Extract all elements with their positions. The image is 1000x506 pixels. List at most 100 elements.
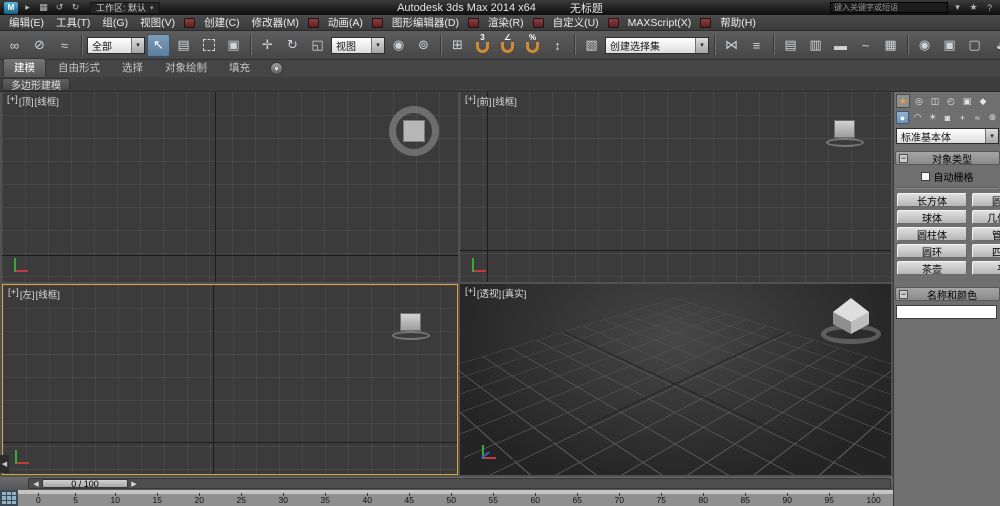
infocenter-search-input[interactable] [830,2,948,13]
name-color-rollout-header[interactable]: − 名称和颜色 [895,287,1000,302]
ribbon-tab-modeling[interactable]: 建模 [3,58,46,77]
ribbon-tab-object-paint[interactable]: 对象绘制 [155,59,217,77]
redo-icon[interactable]: ↻ [69,2,82,13]
viewport-shading-menu[interactable]: [真实] [502,286,526,300]
ribbon-tab-freeform[interactable]: 自由形式 [48,59,110,77]
mini-curve-editor-button[interactable] [0,490,18,506]
viewport-tab-arrow-button[interactable]: ◀ [0,455,9,473]
viewport-pov-menu[interactable]: [透视] [477,286,501,300]
ribbon-tab-populate[interactable]: 填充 [219,59,260,77]
menu-group[interactable]: 组(G) [96,15,134,30]
primitive-button-pyramid[interactable]: 四棱锥 [972,244,1000,258]
menu-rendering[interactable]: 渲染(R) [482,15,530,30]
tab-hierarchy[interactable]: ◫ [928,94,942,108]
category-systems[interactable]: ⊛ [986,111,999,124]
select-by-name-button[interactable]: ▤ [172,34,195,57]
viewport-top[interactable]: [+] [顶] [线框] [2,92,458,282]
schematic-view-button[interactable]: ▦ [879,34,902,57]
save-file-icon[interactable]: ▦ [37,2,50,13]
ribbon-minimize-toggle[interactable]: ▾ [270,62,283,75]
viewport-shading-menu[interactable]: [线框] [36,287,60,301]
viewcube-face[interactable] [834,120,855,138]
percent-snap-button[interactable]: % [521,33,544,57]
viewcube-face[interactable] [400,313,421,331]
select-and-link-button[interactable]: ∞ [3,34,26,57]
menu-maxscript[interactable]: MAXScript(X) [622,15,698,30]
viewcube[interactable] [825,118,865,152]
open-file-icon[interactable]: ▸ [21,2,34,13]
category-lights[interactable]: ☀ [926,111,939,124]
primitive-button-plane[interactable]: 平面 [972,261,1000,275]
application-menu-icon[interactable]: M [4,1,18,14]
viewport-shading-menu[interactable]: [线框] [493,94,517,108]
category-shapes[interactable]: ◠ [911,111,924,124]
object-name-field[interactable] [896,305,997,319]
ribbon-tab-selection[interactable]: 选择 [112,59,153,77]
favorites-star-icon[interactable]: ★ [967,2,980,13]
align-button[interactable]: ≡ [745,34,768,57]
frame-ruler[interactable]: 0 5 10 15 20 25 30 35 40 45 50 55 60 65 … [18,490,893,506]
polygon-modeling-panel-button[interactable]: 多边形建模 [2,77,70,92]
graphite-ribbon-toggle-button[interactable]: ▬ [829,34,852,57]
rendered-frame-window-button[interactable]: ▢ [963,34,986,57]
viewport-general-menu[interactable]: [+] [7,94,18,108]
viewport-shading-menu[interactable]: [线框] [35,94,59,108]
angle-snap-button[interactable]: ∠ [496,33,519,57]
viewport-general-menu[interactable]: [+] [465,286,476,300]
object-type-rollout-header[interactable]: − 对象类型 [895,151,1000,166]
viewport-general-menu[interactable]: [+] [465,94,476,108]
curve-editor-button[interactable]: ~ [854,34,877,57]
viewport-left-active[interactable]: [+] [左] [线框] [2,284,458,475]
time-slider-track[interactable]: ◀ 0 / 100 ▶ [28,478,891,489]
autogrid-checkbox[interactable] [920,172,930,181]
primitive-button-torus[interactable]: 圆环 [897,244,967,258]
menu-modifiers[interactable]: 修改器(M) [246,15,305,30]
tab-utilities[interactable]: ◆ [976,94,990,108]
viewport-general-menu[interactable]: [+] [8,287,19,301]
use-pivot-center-button[interactable]: ◉ [387,34,410,57]
spinner-snap-button[interactable]: ↕ [546,34,569,57]
viewcube[interactable] [389,106,439,156]
selection-region-button[interactable] [197,34,220,57]
search-dropdown-icon[interactable]: ▾ [951,2,964,13]
reference-coordinate-dropdown[interactable]: 视图 ▾ [331,36,385,54]
primitive-button-cylinder[interactable]: 圆柱体 [897,227,967,241]
viewcube[interactable] [821,298,881,350]
primitive-button-sphere[interactable]: 球体 [897,210,967,224]
menu-views[interactable]: 视图(V) [134,15,181,30]
category-geometry[interactable]: ● [896,111,909,124]
viewcube[interactable] [391,311,431,345]
menu-graph-editors[interactable]: 图形编辑器(D) [386,15,465,30]
viewport-pov-menu[interactable]: [前] [477,94,492,108]
menu-tools[interactable]: 工具(T) [50,15,96,30]
render-production-button[interactable]: ◕ [988,34,1000,57]
workspace-selector[interactable]: 工作区: 默认 ▾ [90,1,160,14]
render-setup-button[interactable]: ▣ [938,34,961,57]
primitive-button-tube[interactable]: 管状体 [972,227,1000,241]
viewport-front[interactable]: [+] [前] [线框] [460,92,891,282]
help-icon[interactable]: ? [983,3,996,13]
primitive-button-geosphere[interactable]: 几何球体 [972,210,1000,224]
primitive-button-cone[interactable]: 圆锥体 [972,193,1000,207]
primitive-category-dropdown[interactable]: 标准基本体 ▾ [896,128,999,144]
viewport-pov-menu[interactable]: [左] [20,287,35,301]
menu-create[interactable]: 创建(C) [198,15,246,30]
category-cameras[interactable]: ◙ [941,111,954,124]
menu-help[interactable]: 帮助(H) [714,15,762,30]
unlink-selection-button[interactable]: ⊘ [28,34,51,57]
menu-edit[interactable]: 编辑(E) [3,15,50,30]
snap-toggle-button[interactable]: 3 [471,33,494,57]
primitive-button-box[interactable]: 长方体 [897,193,967,207]
tab-display[interactable]: ▣ [960,94,974,108]
layer-manager-button[interactable]: ▤ [779,34,802,57]
material-editor-button[interactable]: ◉ [913,34,936,57]
select-and-rotate-button[interactable]: ↻ [281,34,304,57]
bind-to-spacewarp-button[interactable]: ≈ [53,34,76,57]
category-helpers[interactable]: + [956,111,969,124]
select-and-move-button[interactable]: ✛ [256,34,279,57]
select-object-button[interactable]: ↖ [147,33,170,57]
undo-icon[interactable]: ↺ [53,2,66,13]
menu-animation[interactable]: 动画(A) [322,15,369,30]
menu-customize[interactable]: 自定义(U) [547,15,605,30]
viewport-pov-menu[interactable]: [顶] [19,94,34,108]
